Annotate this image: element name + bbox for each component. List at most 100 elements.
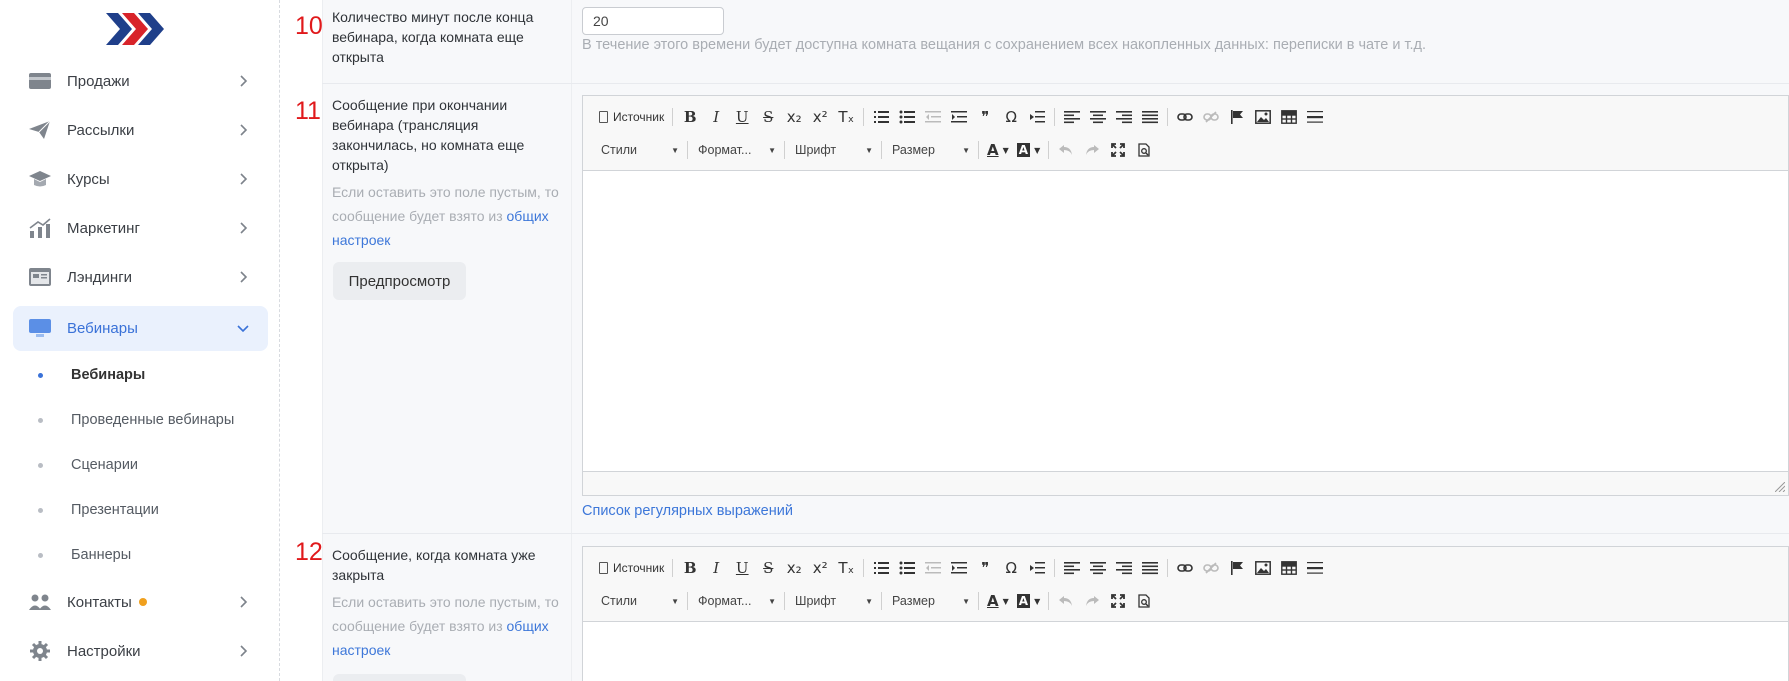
strikethrough-button[interactable]: S — [755, 105, 781, 129]
blockquote-button[interactable]: ❞ — [972, 105, 998, 129]
remove-format-button[interactable]: Tₓ — [833, 556, 859, 580]
format-dropdown[interactable]: Формат... ▼ — [692, 589, 780, 613]
align-center-button[interactable] — [1085, 105, 1111, 129]
link-button[interactable] — [1172, 556, 1198, 580]
insert-block-button[interactable] — [1024, 556, 1050, 580]
special-char-button[interactable]: Ω — [998, 105, 1024, 129]
subnav-item-webinars[interactable]: Вебинары — [36, 364, 266, 388]
editor-content-area[interactable] — [583, 622, 1788, 681]
nav-item-marketing[interactable]: Маркетинг — [13, 206, 268, 251]
subscript-button[interactable]: x₂ — [781, 556, 807, 580]
rich-text-editor: Источник B I U S x₂ x² Tₓ ❞ Ω Стили ▼ Фо… — [582, 95, 1789, 496]
remove-format-button[interactable]: Tₓ — [833, 105, 859, 129]
notification-dot — [138, 598, 147, 607]
font-dropdown[interactable]: Шрифт ▼ — [789, 589, 877, 613]
font-dropdown[interactable]: Шрифт ▼ — [789, 138, 877, 162]
align-center-button[interactable] — [1085, 556, 1111, 580]
align-right-button[interactable] — [1111, 105, 1137, 129]
styles-dropdown[interactable]: Стили ▼ — [595, 138, 683, 162]
anchor-button[interactable] — [1224, 105, 1250, 129]
size-dropdown[interactable]: Размер ▼ — [886, 589, 974, 613]
preview-doc-button[interactable] — [1131, 589, 1157, 613]
resize-handle-icon[interactable] — [1775, 482, 1785, 492]
minutes-after-end-input[interactable] — [582, 7, 724, 35]
horizontal-rule-button[interactable] — [1302, 556, 1328, 580]
source-button[interactable]: Источник — [595, 105, 668, 129]
subnav-label: Проведенные вебинары — [71, 412, 235, 428]
subnav-label: Презентации — [71, 502, 159, 518]
anchor-button[interactable] — [1224, 556, 1250, 580]
unlink-button — [1198, 556, 1224, 580]
image-icon — [1255, 561, 1272, 575]
align-left-button[interactable] — [1059, 556, 1085, 580]
align-left-button[interactable] — [1059, 105, 1085, 129]
subscript-button[interactable]: x₂ — [781, 105, 807, 129]
regex-list-link[interactable]: Список регулярных выражений — [582, 503, 793, 519]
toolbar-separator — [881, 141, 882, 159]
maximize-button[interactable] — [1105, 589, 1131, 613]
text-color-button[interactable]: A ▼ — [983, 589, 1013, 613]
insert-block-button[interactable] — [1024, 105, 1050, 129]
align-right-button[interactable] — [1111, 556, 1137, 580]
format-label: Формат... — [698, 594, 752, 608]
justify-button[interactable] — [1137, 556, 1163, 580]
nav-item-contacts[interactable]: Контакты — [13, 580, 268, 625]
italic-button[interactable]: I — [703, 105, 729, 129]
bold-button[interactable]: B — [677, 105, 703, 129]
nav-item-courses[interactable]: Курсы — [13, 157, 268, 202]
background-color-button[interactable]: A ▼ — [1013, 589, 1044, 613]
nav-item-mailings[interactable]: Рассылки — [13, 108, 268, 153]
underline-button[interactable]: U — [729, 556, 755, 580]
special-char-button[interactable]: Ω — [998, 556, 1024, 580]
graduation-cap-icon — [29, 171, 51, 187]
format-dropdown[interactable]: Формат... ▼ — [692, 138, 780, 162]
superscript-button[interactable]: x² — [807, 556, 833, 580]
subnav-item-scenarios[interactable]: Сценарии — [36, 454, 266, 478]
superscript-button[interactable]: x² — [807, 105, 833, 129]
link-button[interactable] — [1172, 105, 1198, 129]
source-button[interactable]: Источник — [595, 556, 668, 580]
horizontal-rule-button[interactable] — [1302, 105, 1328, 129]
indent-button[interactable] — [946, 105, 972, 129]
image-button[interactable] — [1250, 105, 1276, 129]
table-button[interactable] — [1276, 556, 1302, 580]
nav-item-landings[interactable]: Лэндинги — [13, 255, 268, 300]
background-color-button[interactable]: A ▼ — [1013, 138, 1044, 162]
table-button[interactable] — [1276, 105, 1302, 129]
underline-button[interactable]: U — [729, 105, 755, 129]
bullet-icon — [38, 418, 43, 423]
numbered-list-button[interactable] — [868, 556, 894, 580]
nav-item-webinars[interactable]: Вебинары — [13, 306, 268, 351]
row-number: 11 — [295, 97, 321, 125]
editor-toolbar: Источник B I U S x₂ x² Tₓ ❞ Ω Стили ▼ Фо… — [583, 547, 1788, 622]
logo[interactable] — [106, 10, 168, 48]
preview-button[interactable] — [333, 674, 466, 681]
preview-doc-button[interactable] — [1131, 138, 1157, 162]
subnav-item-presentations[interactable]: Презентации — [36, 499, 266, 523]
landing-page-icon — [29, 268, 51, 286]
strikethrough-button[interactable]: S — [755, 556, 781, 580]
size-dropdown[interactable]: Размер ▼ — [886, 138, 974, 162]
bulleted-list-button[interactable] — [894, 105, 920, 129]
bold-button[interactable]: B — [677, 556, 703, 580]
subnav-item-banners[interactable]: Баннеры — [36, 544, 266, 568]
subnav-item-past-webinars[interactable]: Проведенные вебинары — [36, 409, 266, 433]
maximize-button[interactable] — [1105, 138, 1131, 162]
blockquote-button[interactable]: ❞ — [972, 556, 998, 580]
toolbar-separator — [784, 141, 785, 159]
numbered-list-button[interactable] — [868, 105, 894, 129]
editor-content-area[interactable] — [583, 171, 1788, 471]
indent-button[interactable] — [946, 556, 972, 580]
preview-button[interactable]: Предпросмотр — [333, 262, 466, 300]
text-color-button[interactable]: A ▼ — [983, 138, 1013, 162]
image-button[interactable] — [1250, 556, 1276, 580]
nav-item-settings[interactable]: Настройки — [13, 629, 268, 674]
justify-button[interactable] — [1137, 105, 1163, 129]
dropdown-arrow-icon: ▼ — [865, 596, 873, 606]
background-color-icon: A — [1016, 143, 1031, 157]
nav-item-sales[interactable]: Продажи — [13, 59, 268, 104]
dropdown-arrow-icon: ▼ — [1034, 596, 1041, 606]
bulleted-list-button[interactable] — [894, 556, 920, 580]
italic-button[interactable]: I — [703, 556, 729, 580]
styles-dropdown[interactable]: Стили ▼ — [595, 589, 683, 613]
